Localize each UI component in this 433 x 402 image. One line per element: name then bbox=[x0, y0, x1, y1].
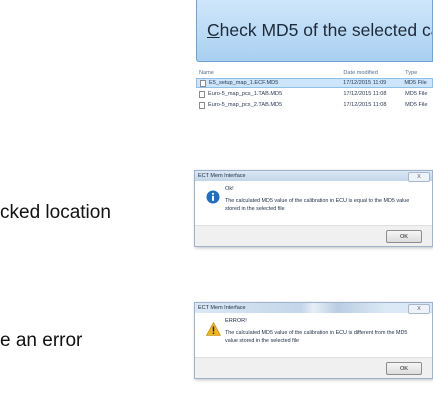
file-type: MD5 File bbox=[405, 102, 428, 108]
ok-button[interactable]: OK bbox=[386, 230, 422, 243]
file-type: MD5 File bbox=[404, 80, 427, 86]
column-header-date[interactable]: Date modified bbox=[343, 70, 405, 76]
file-date: 17/12/2015 11:09 bbox=[343, 80, 387, 86]
file-date: 17/12/2015 11:08 bbox=[343, 102, 387, 108]
file-name: Euro-5_map_pcs_2.TAB.MD5 bbox=[208, 102, 283, 108]
column-header-name[interactable]: Name bbox=[196, 70, 343, 76]
close-icon: X bbox=[417, 306, 421, 312]
file-name: E5_setup_map_1.ECF.MD5 bbox=[209, 80, 279, 86]
dialog-title: ECT Mem Interface bbox=[198, 305, 246, 311]
file-date: 17/12/2015 11:08 bbox=[343, 91, 387, 97]
error-caption: e an error bbox=[0, 330, 83, 351]
dialog-message: The calculated MD5 value of the calibrat… bbox=[225, 198, 410, 212]
md5-error-dialog: ECT Mem Interface X ERROR! The calculate… bbox=[194, 302, 433, 379]
warning-icon bbox=[206, 322, 221, 336]
file-icon bbox=[199, 90, 205, 98]
ok-caption: cked location bbox=[0, 202, 111, 223]
column-header-type[interactable]: Type bbox=[405, 70, 433, 76]
md5-ok-dialog: ECT Mem Interface X Ok! The calculated M… bbox=[194, 170, 433, 247]
file-list: Name Date modified Type E5_setup_map_1.E… bbox=[196, 68, 433, 146]
file-list-header: Name Date modified Type bbox=[196, 68, 433, 78]
file-row[interactable]: Euro-5_map_pcs_2.TAB.MD5 17/12/2015 11:0… bbox=[196, 100, 433, 110]
dialog-heading: Ok! bbox=[225, 186, 234, 192]
info-icon bbox=[206, 190, 220, 204]
check-md5-label: Check MD5 of the selected calibration bbox=[207, 20, 432, 40]
file-name: Euro-5_map_pcs_1.TAB.MD5 bbox=[208, 91, 283, 97]
file-icon bbox=[199, 101, 205, 109]
file-icon bbox=[200, 79, 206, 87]
dialog-title-bar: ECT Mem Interface X bbox=[195, 303, 432, 314]
dialog-title: ECT Mem Interface bbox=[198, 173, 246, 179]
check-md5-button[interactable]: Check MD5 of the selected calibration bbox=[196, 0, 433, 62]
close-icon: X bbox=[417, 174, 421, 180]
ok-button[interactable]: OK bbox=[386, 362, 422, 375]
dialog-heading: ERROR! bbox=[225, 318, 247, 324]
file-row[interactable]: Euro-5_map_pcs_1.TAB.MD5 17/12/2015 11:0… bbox=[196, 89, 433, 99]
file-type: MD5 File bbox=[405, 91, 428, 97]
file-row[interactable]: E5_setup_map_1.ECF.MD5 17/12/2015 11:09 … bbox=[196, 78, 433, 88]
dialog-message: The calculated MD5 value of the calibrat… bbox=[225, 330, 408, 344]
dialog-title-bar: ECT Mem Interface X bbox=[195, 171, 432, 182]
